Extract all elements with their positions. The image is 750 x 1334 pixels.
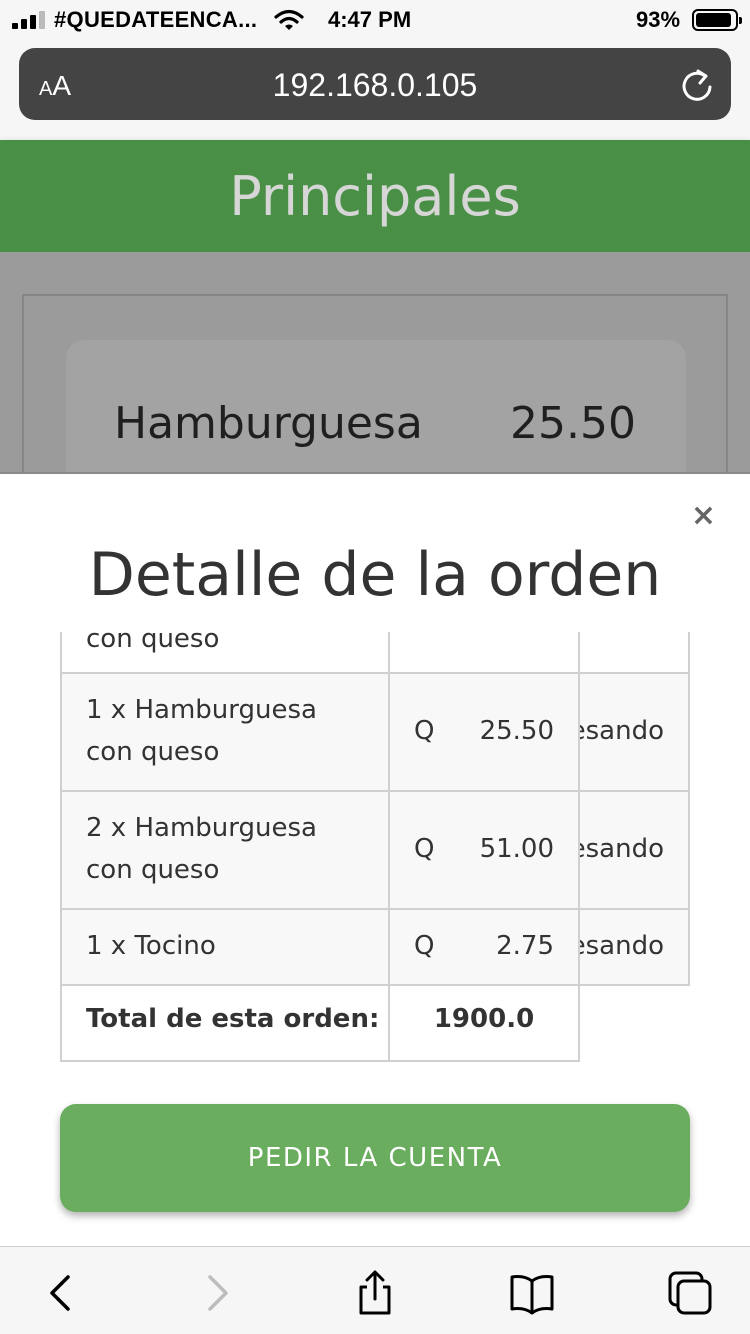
status-bar: #QUEDATEENCA... 4:47 PM 93% — [0, 0, 750, 40]
browser-toolbar — [0, 1246, 750, 1334]
order-item-amount: 25.50 — [479, 716, 554, 746]
clock: 4:47 PM — [328, 7, 412, 32]
carrier-name: #QUEDATEENCA... — [54, 7, 258, 32]
url-field[interactable]: AA 192.168.0.105 — [19, 48, 731, 120]
order-item-status: esando — [578, 716, 664, 746]
reload-icon[interactable] — [679, 66, 715, 104]
bookmarks-icon[interactable] — [508, 1269, 556, 1317]
currency-symbol: Q — [414, 931, 435, 961]
order-item-line1: 2 x Hamburguesa — [86, 813, 317, 843]
signal-icon — [12, 11, 45, 29]
order-item-line2: con queso — [86, 632, 220, 654]
order-table[interactable]: con queso 1 x Hamburguesa con queso Q 25… — [60, 632, 700, 1064]
request-bill-button[interactable]: PEDIR LA CUENTA — [60, 1104, 690, 1212]
forward-icon[interactable] — [194, 1269, 242, 1317]
currency-symbol: Q — [414, 716, 435, 746]
page-header: Principales — [0, 140, 750, 252]
back-icon[interactable] — [38, 1269, 86, 1317]
wifi-icon — [274, 9, 304, 30]
order-item-status: esando — [578, 931, 664, 961]
share-icon[interactable] — [351, 1269, 399, 1317]
page-title: Principales — [229, 165, 521, 228]
menu-item-price: 25.50 — [510, 398, 636, 449]
currency-symbol: Q — [414, 834, 435, 864]
url-text[interactable]: 192.168.0.105 — [19, 67, 731, 104]
modal-title: Detalle de la orden — [88, 540, 662, 610]
order-item-line1: 1 x Tocino — [86, 931, 216, 961]
battery-percentage: 93% — [636, 7, 681, 32]
order-item-amount: 2.75 — [496, 931, 554, 961]
order-item-line2: con queso — [86, 737, 220, 767]
order-item-line1: 1 x Hamburguesa — [86, 695, 317, 725]
browser-address-bar: AA 192.168.0.105 — [0, 40, 750, 140]
battery-icon — [692, 9, 742, 31]
order-item-status: esando — [578, 834, 664, 864]
tabs-icon[interactable] — [666, 1269, 714, 1317]
order-detail-modal: × Detalle de la orden con queso 1 x Hamb… — [0, 472, 750, 1246]
total-label: Total de esta orden: — [86, 1004, 380, 1034]
menu-panel: Hamburguesa 25.50 — [22, 294, 728, 500]
total-value: 1900.0 — [433, 1004, 535, 1034]
close-icon[interactable]: × — [691, 498, 716, 533]
order-item-line2: con queso — [86, 855, 220, 885]
page-body: Hamburguesa 25.50 — [0, 252, 750, 500]
order-item-amount: 51.00 — [479, 834, 554, 864]
menu-item-name: Hamburguesa — [114, 398, 423, 449]
